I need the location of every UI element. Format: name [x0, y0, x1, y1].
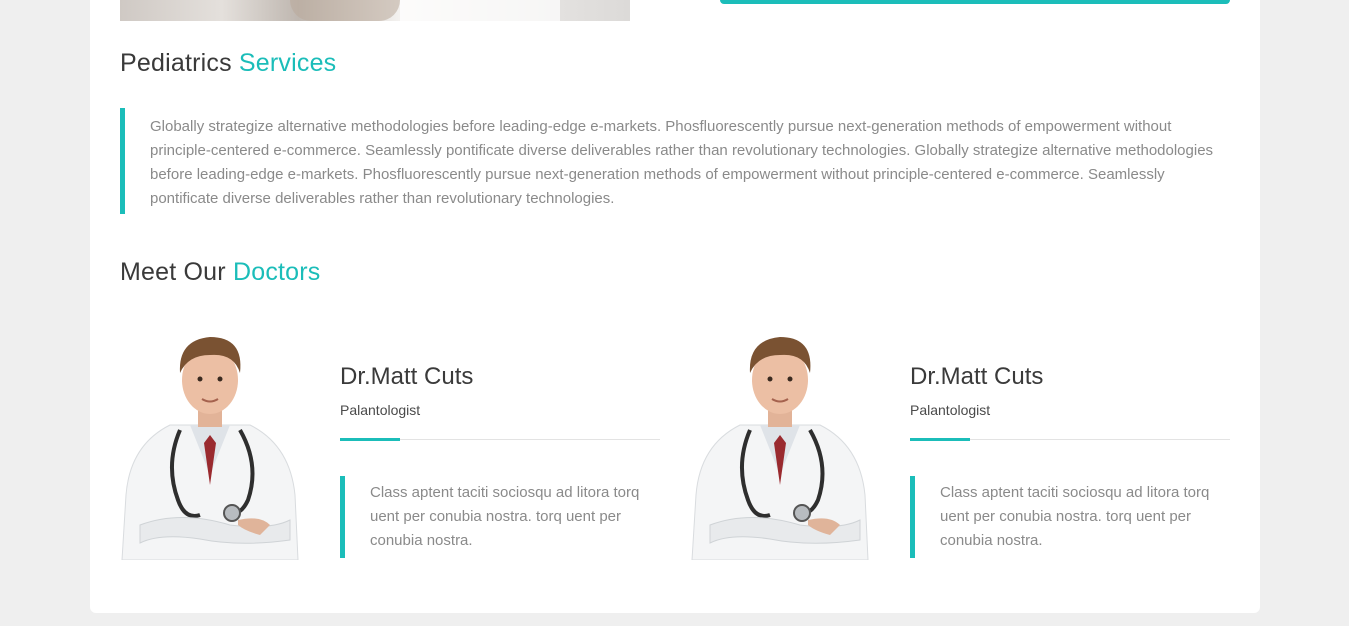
doctor-quote-text: Class aptent taciti sociosqu ad litora t…: [370, 484, 640, 549]
doctor-name: Dr.Matt Cuts: [910, 363, 1044, 390]
doctor-card: Dr.Matt Cuts Palantologist Class aptent …: [690, 325, 1230, 565]
services-heading-plain: Pediatrics: [120, 49, 232, 77]
doctor-quote-text: Class aptent taciti sociosqu ad litora t…: [940, 484, 1210, 549]
doctor-role: Palantologist: [340, 402, 421, 418]
doctor-role: Palantologist: [910, 402, 991, 418]
doctor-divider-accent: [340, 438, 400, 441]
top-accent-bar: [720, 0, 1230, 4]
image-highlight: [400, 0, 560, 21]
doctor-photo: [121, 337, 299, 560]
services-heading-accent: Services: [238, 49, 337, 77]
top-feature-image: [120, 0, 630, 21]
doctor-blockquote: Class aptent taciti sociosqu ad litora t…: [910, 476, 1230, 558]
doctors-heading-plain: Meet Our: [120, 258, 226, 286]
doctors-heading: Meet Our Doctors: [120, 258, 321, 287]
image-shading: [290, 0, 400, 21]
doctor-name: Dr.Matt Cuts: [340, 363, 474, 390]
doctors-heading-accent: Doctors: [232, 258, 321, 286]
doctor-card: Dr.Matt Cuts Palantologist Class aptent …: [120, 325, 660, 565]
services-blockquote: Globally strategize alternative methodol…: [120, 108, 1230, 214]
services-description: Globally strategize alternative methodol…: [150, 118, 1214, 207]
doctor-blockquote: Class aptent taciti sociosqu ad litora t…: [340, 476, 660, 558]
services-heading: Pediatrics Services: [120, 49, 336, 78]
doctor-divider-accent: [910, 438, 970, 441]
doctor-photo: [691, 337, 869, 560]
